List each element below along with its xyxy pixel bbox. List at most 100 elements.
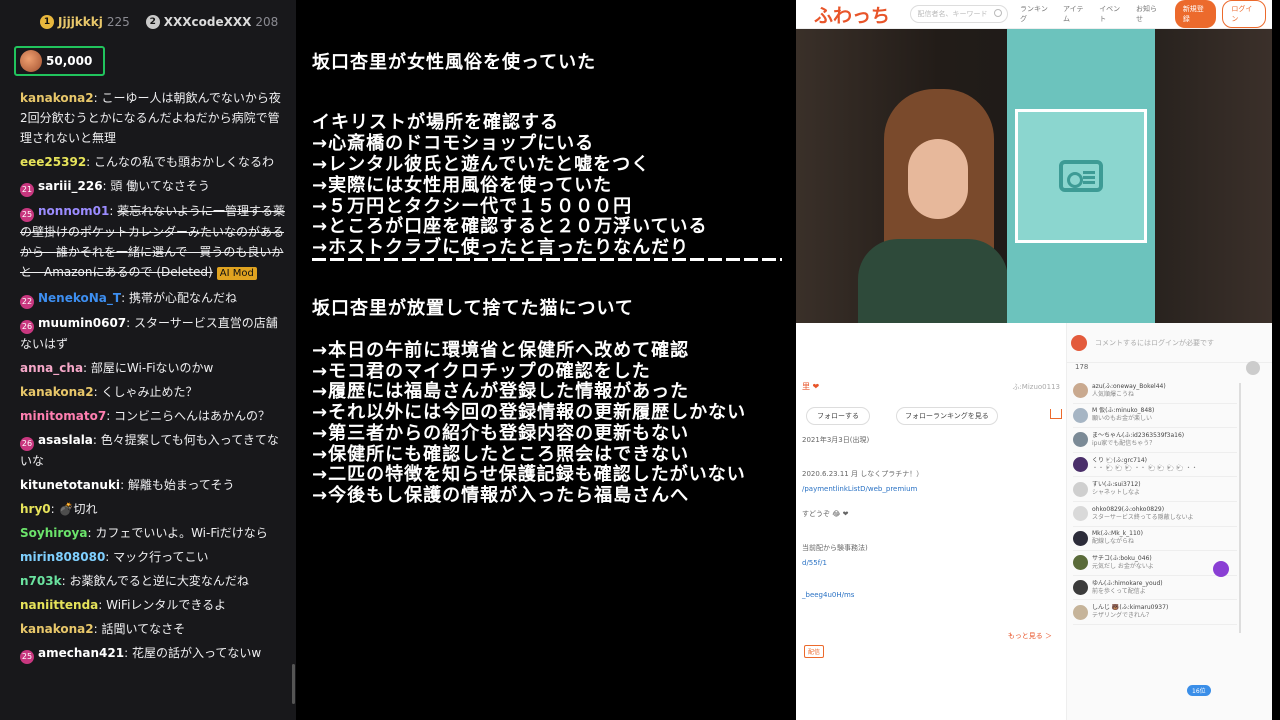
chat-text: 解離も始まってそう <box>127 478 235 492</box>
chat-username[interactable]: mirin808080 <box>20 550 105 564</box>
top-gifter-2[interactable]: 2 XXXcodeXXX 208 <box>145 15 278 29</box>
comment-item[interactable]: しんじ 🐻(ふ:kimaru0937) テザリングできれん？ <box>1073 600 1237 625</box>
chat-username[interactable]: muumin0607 <box>38 316 126 330</box>
profile-link[interactable]: _beeg4u0H/ms <box>802 591 854 599</box>
chat-username[interactable]: sariii_226 <box>38 179 103 193</box>
comment-author: ま〜ちゃん(ふ:id2363539f3a16) <box>1092 431 1185 439</box>
comment-content: ま〜ちゃん(ふ:id2363539f3a16) ipu家でも配信ちゃう？ <box>1092 432 1184 448</box>
silver-rank-icon: 2 <box>145 15 160 29</box>
avatar[interactable] <box>1073 457 1088 473</box>
top-gifter-count: 225 <box>106 15 130 29</box>
follow-button[interactable]: フォローする <box>806 407 870 425</box>
chat-username[interactable]: hry0 <box>20 502 51 516</box>
comment-item[interactable]: すい(ふ:sui3712) シャネットしなよ <box>1073 477 1237 502</box>
chat-scrollbar[interactable] <box>292 664 295 704</box>
comment-text: 配線しながらね <box>1092 538 1135 546</box>
chat-message: kanakona2: くしゃみ止めた？ <box>20 382 286 402</box>
avatar[interactable] <box>1073 580 1088 596</box>
chat-text: くしゃみ止めた？ <box>101 385 198 399</box>
comment-item[interactable]: azu(ふ:oneway_Bokel44) 人気順爆こうね <box>1073 379 1237 404</box>
chat-message: 22 NenekoNa_T: 携帯が心配なんだね <box>20 288 286 309</box>
comment-author: ohko0829(ふ:ohko0829) <box>1092 505 1165 513</box>
chat-username[interactable]: naniittenda <box>20 598 98 612</box>
chat-username[interactable]: kanakona2 <box>20 385 94 399</box>
show-more-link[interactable]: もっと見る ＞ <box>1008 631 1052 641</box>
comment-placeholder: コメントするにはログインが必要です <box>1095 338 1214 347</box>
chat-text: 花屋の話が入ってないw <box>131 646 262 660</box>
comment-author: ゆん(ふ:himokare_youd) <box>1092 579 1163 587</box>
subscriber-badge-icon: 25 <box>20 208 34 222</box>
chat-text: 携帯が心配なんだね <box>128 291 237 305</box>
avatar[interactable] <box>1073 506 1088 522</box>
comment-input[interactable]: コメントするにはログインが必要です <box>1067 323 1272 363</box>
chat-username[interactable]: eee25392 <box>20 155 86 169</box>
chat-username[interactable]: kanakona2 <box>20 622 94 636</box>
login-button[interactable]: ログイン <box>1222 0 1266 28</box>
chat-username[interactable]: NenekoNa_T <box>38 291 121 305</box>
chat-message: anna_cha: 部屋にWi-Fiないのかw <box>20 358 286 378</box>
streamer-body <box>858 239 1008 323</box>
comment-item[interactable]: サチコ(ふ:boku_046) 元気だし お金がないよ <box>1073 551 1237 576</box>
nav-news[interactable]: お知らせ <box>1136 4 1161 24</box>
chat-message: 26 asaslala: 色々提案しても何も入ってきてないな <box>20 430 286 471</box>
site-window: ふわっち 配信者名、キーワード ランキング アイテム イベント お知らせ 新規登… <box>796 0 1272 720</box>
avatar[interactable] <box>1073 481 1088 497</box>
chat-separator: : <box>121 291 129 305</box>
chat-message: hry0: 💣切れ <box>20 499 286 519</box>
avatar[interactable] <box>1073 555 1088 571</box>
bits-progress[interactable]: 50,000 <box>14 46 105 76</box>
profile-link[interactable]: d/55f/1 <box>802 559 827 567</box>
avatar[interactable] <box>1073 604 1088 620</box>
avatar[interactable] <box>1073 407 1088 423</box>
chat-username[interactable]: n703k <box>20 574 62 588</box>
comment-item[interactable]: Mk(ふ:Mk_k_110) 配線しながらね <box>1073 527 1237 552</box>
comment-item[interactable]: ゆん(ふ:himokare_youd) 前を歩くって配信よ <box>1073 576 1237 601</box>
search-icon[interactable] <box>994 9 1003 17</box>
profile-link[interactable]: /paymentlinkListD/web_premium <box>802 485 917 493</box>
comment-item[interactable]: ま〜ちゃん(ふ:id2363539f3a16) ipu家でも配信ちゃう？ <box>1073 428 1237 453</box>
site-logo[interactable]: ふわっち <box>814 1 894 28</box>
nav-events[interactable]: イベント <box>1099 4 1124 24</box>
follow-ranking-button[interactable]: フォローランキングを見る <box>896 407 998 425</box>
comment-item[interactable]: M 仮(ふ:minuko_848) 願いのもお金が楽しい <box>1073 404 1237 429</box>
nav-items[interactable]: アイテム <box>1063 4 1087 24</box>
note-line: →ホストクラブに使ったと言ったりなんだり <box>312 237 690 258</box>
chat-separator: : <box>83 361 91 375</box>
chat-username[interactable]: kanakona2 <box>20 91 94 105</box>
chat-separator: : <box>50 502 59 516</box>
avatar[interactable] <box>1073 383 1088 399</box>
chat-text: 部屋にWi-Fiないのかw <box>90 361 214 375</box>
comment-item[interactable]: ohko0829(ふ:ohko0829) スターサービス終ってる隠蔽しないよ <box>1073 502 1237 527</box>
comment-author: サチコ(ふ:boku_046) <box>1092 554 1152 562</box>
chat-username[interactable]: kitunetotanuki <box>20 478 120 492</box>
chat-username[interactable]: nonnom01 <box>38 204 109 218</box>
share-icon[interactable] <box>1050 409 1062 419</box>
subscriber-badge-icon: 26 <box>20 320 34 334</box>
video-player[interactable] <box>796 29 1272 323</box>
profile-text: 2020.6.23.11 月 しなくプラチナ！） <box>802 470 924 478</box>
chat-username[interactable]: asaslala <box>38 433 93 447</box>
comment-text: 人気順爆こうね <box>1092 390 1135 398</box>
profile-panel: 里 ❤ ふ:Mizuo0113 フォローする フォローランキングを見る 2021… <box>796 323 1066 720</box>
chat-text: コンビニらへんはあかんの？ <box>114 409 271 423</box>
top-gifter-1[interactable]: 1 Jjjjkkkj 225 <box>40 15 130 29</box>
avatar[interactable] <box>1073 530 1088 546</box>
avatar <box>20 50 42 72</box>
register-button[interactable]: 新規登録 <box>1174 0 1217 28</box>
nav-ranking[interactable]: ランキング <box>1020 4 1051 24</box>
comment-item[interactable]: くり 🐑(ふ:grc714) ・・ 🐑 🐑 🐑 ・・ 🐑 🐑 🐑 🐑 ・・ <box>1073 453 1237 478</box>
chat-username[interactable]: Soyhiroya <box>20 526 87 540</box>
comment-scrollbar[interactable] <box>1239 383 1241 633</box>
chat-username[interactable]: amechan421 <box>38 646 124 660</box>
comment-text: 元気だし お金がないよ <box>1092 562 1154 570</box>
send-icon[interactable] <box>1246 361 1260 375</box>
chat-separator: : <box>98 598 107 612</box>
chat-username[interactable]: anna_cha <box>20 361 83 375</box>
streamer-face <box>908 139 968 219</box>
comment-author: くり 🐑(ふ:grc714) <box>1092 456 1147 464</box>
comment-icon <box>1071 334 1087 351</box>
comment-content: ゆん(ふ:himokare_youd) 前を歩くって配信よ <box>1092 580 1163 596</box>
search-input[interactable]: 配信者名、キーワード <box>910 5 1009 23</box>
avatar[interactable] <box>1073 432 1088 448</box>
chat-username[interactable]: minitomato7 <box>20 409 106 423</box>
